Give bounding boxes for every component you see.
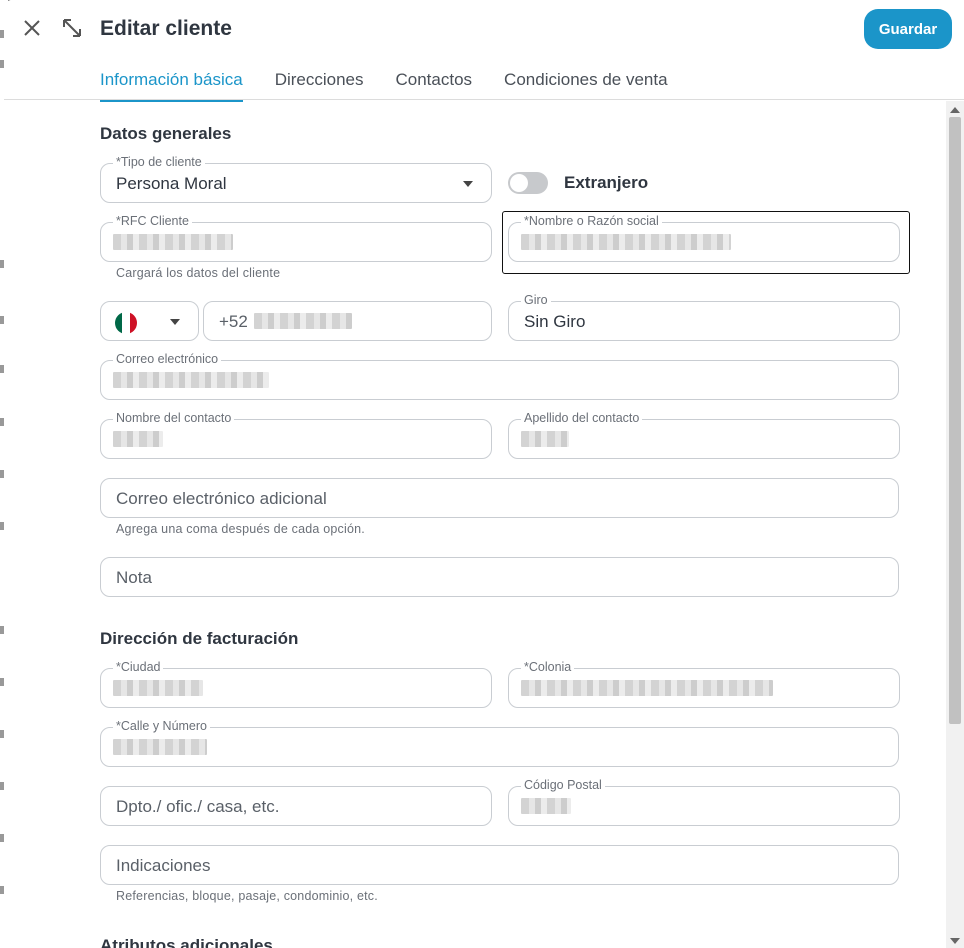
redacted-value (113, 680, 203, 696)
email-adicional-field[interactable]: Correo electrónico adicional (100, 478, 899, 518)
expand-icon[interactable] (60, 16, 84, 40)
nombre-contacto-label: Nombre del contacto (113, 411, 235, 425)
form-content: Datos generales *Tipo de cliente Persona… (4, 101, 946, 948)
tab-informacion-basica[interactable]: Información básica (100, 70, 243, 102)
email-label: Correo electrónico (113, 352, 222, 366)
redacted-value (254, 313, 352, 329)
redacted-value (521, 798, 571, 814)
vertical-scrollbar[interactable] (946, 101, 964, 948)
country-code-select[interactable] (100, 301, 199, 341)
colonia-field[interactable]: *Colonia (508, 660, 900, 708)
redacted-value (521, 431, 569, 447)
dpto-placeholder: Dpto./ ofic./ casa, etc. (116, 797, 280, 816)
nombre-contacto-field[interactable]: Nombre del contacto (100, 411, 492, 459)
close-icon[interactable] (20, 16, 44, 40)
indicaciones-field[interactable]: Indicaciones (100, 845, 899, 885)
dialog-header: Editar cliente Guardar Información básic… (4, 0, 964, 102)
giro-label: Giro (521, 293, 551, 307)
redacted-value (113, 372, 269, 388)
extranjero-label: Extranjero (564, 173, 649, 192)
tipo-cliente-value: Persona Moral (116, 174, 227, 193)
page-title: Editar cliente (100, 17, 232, 40)
razon-social-field[interactable]: *Nombre o Razón social (508, 214, 900, 262)
chevron-down-icon (463, 181, 473, 187)
tipo-cliente-label: *Tipo de cliente (113, 155, 205, 169)
razon-social-label: *Nombre o Razón social (521, 214, 662, 228)
email-adicional-placeholder: Correo electrónico adicional (116, 489, 327, 508)
calle-label: *Calle y Número (113, 719, 211, 733)
chevron-down-icon (170, 319, 180, 325)
save-button[interactable]: Guardar (864, 9, 952, 49)
section-title-billing: Dirección de facturación (100, 629, 299, 648)
extranjero-toggle[interactable] (508, 172, 548, 194)
calle-field[interactable]: *Calle y Número (100, 719, 899, 767)
apellido-contacto-label: Apellido del contacto (521, 411, 643, 425)
rfc-label: *RFC Cliente (113, 214, 192, 228)
email-field[interactable]: Correo electrónico (100, 352, 899, 400)
tipo-cliente-select[interactable]: *Tipo de cliente Persona Moral (100, 155, 492, 203)
phone-field[interactable]: +52 (203, 301, 492, 341)
codigo-postal-field[interactable]: Código Postal (508, 778, 900, 826)
rfc-field[interactable]: *RFC Cliente (100, 214, 492, 262)
redacted-value (113, 431, 163, 447)
dpto-field[interactable]: Dpto./ ofic./ casa, etc. (100, 786, 492, 826)
redacted-value (521, 234, 731, 250)
ciudad-label: *Ciudad (113, 660, 164, 674)
redacted-value (113, 234, 233, 250)
codigo-postal-label: Código Postal (521, 778, 605, 792)
section-title-general: Datos generales (100, 124, 232, 143)
section-title-extra: Atributos adicionales (100, 936, 273, 948)
edit-client-dialog: Editar cliente Guardar Información básic… (4, 0, 964, 948)
redacted-value (521, 680, 773, 696)
ciudad-field[interactable]: *Ciudad (100, 660, 492, 708)
phone-prefix: +52 (219, 312, 248, 331)
email-adicional-helper: Agrega una coma después de cada opción. (116, 522, 365, 536)
scroll-down-icon[interactable] (950, 938, 960, 944)
indicaciones-placeholder: Indicaciones (116, 856, 211, 875)
colonia-label: *Colonia (521, 660, 575, 674)
tab-condiciones-de-venta[interactable]: Condiciones de venta (504, 70, 668, 102)
nota-placeholder: Nota (116, 568, 152, 587)
rfc-helper: Cargará los datos del cliente (116, 266, 281, 280)
scroll-up-icon[interactable] (950, 107, 960, 113)
giro-field[interactable]: Giro Sin Giro (508, 293, 900, 341)
giro-value: Sin Giro (524, 312, 586, 331)
tab-bar: Información básica Direcciones Contactos… (100, 70, 700, 102)
nota-field[interactable]: Nota (100, 557, 899, 597)
scrollbar-thumb[interactable] (949, 117, 961, 724)
tab-contactos[interactable]: Contactos (396, 70, 473, 102)
indicaciones-helper: Referencias, bloque, pasaje, condominio,… (116, 889, 378, 903)
redacted-value (113, 739, 207, 755)
mexico-flag-icon (115, 312, 137, 334)
apellido-contacto-field[interactable]: Apellido del contacto (508, 411, 900, 459)
tab-direcciones[interactable]: Direcciones (275, 70, 364, 102)
